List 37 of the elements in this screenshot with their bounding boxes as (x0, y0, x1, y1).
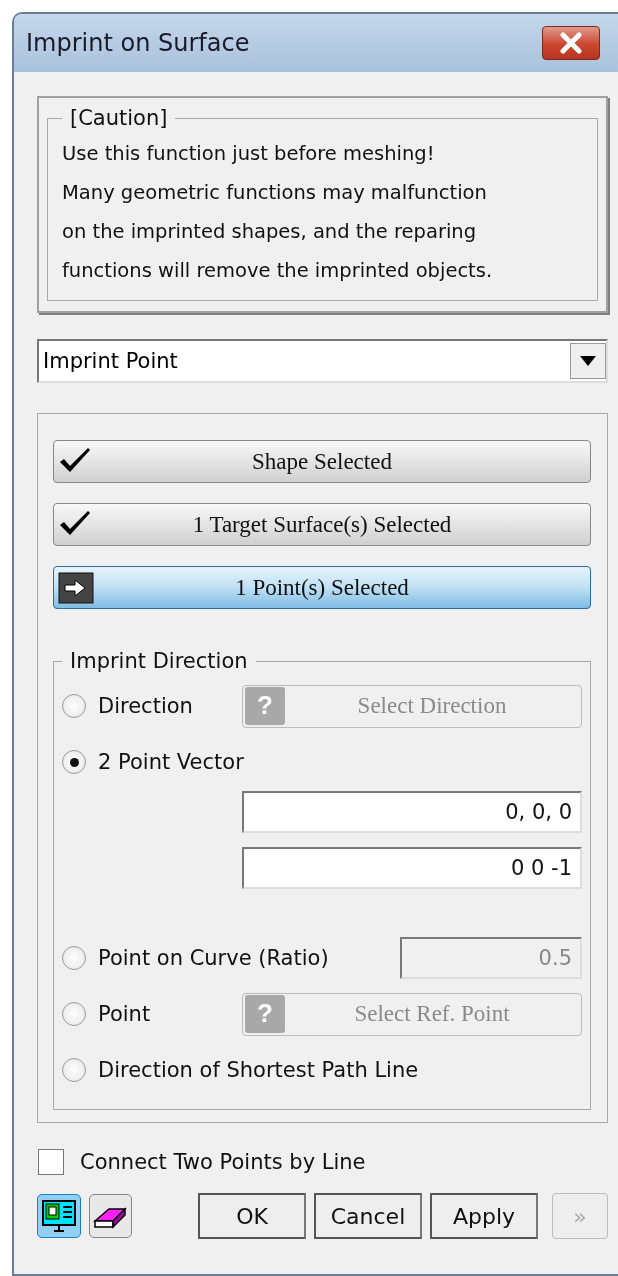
help-icon: ? (245, 994, 285, 1033)
checkbox[interactable] (38, 1149, 64, 1175)
selection-button[interactable]: 1 Point(s) Selected (53, 566, 591, 609)
help-icon: ? (245, 686, 285, 725)
vector-field[interactable]: 0, 0, 0 (242, 791, 582, 833)
radio-button[interactable] (62, 750, 86, 774)
dialog-button[interactable]: Cancel (314, 1193, 422, 1239)
option-label: 2 Point Vector (98, 750, 244, 774)
radio-button[interactable] (62, 946, 86, 970)
radio-button[interactable] (62, 1002, 86, 1026)
window-title: Imprint on Surface (26, 29, 250, 57)
close-icon (557, 32, 585, 54)
button-label: 1 Target Surface(s) Selected (192, 511, 452, 538)
button-label: Select Ref. Point (354, 1001, 510, 1027)
eraser-icon[interactable] (88, 1194, 132, 1238)
option-label: Point on Curve (Ratio) (98, 946, 329, 970)
close-button[interactable] (542, 26, 600, 60)
caution-title: [Caution] (69, 106, 169, 130)
radio-button[interactable] (62, 694, 86, 718)
option-label: Direction (98, 694, 193, 718)
button-label: Shape Selected (252, 448, 392, 475)
selection-button[interactable]: 1 Target Surface(s) Selected (53, 503, 591, 546)
option-label: Direction of Shortest Path Line (98, 1058, 419, 1082)
caution-text: Use this function just before meshing! Many geometric functions may malfunction on the imprinted shapes, and the reparing functions will remove the imprinted objects. (62, 141, 494, 284)
dialog-button[interactable]: OK (198, 1193, 306, 1239)
dialog-button[interactable]: Apply (430, 1193, 538, 1239)
group-title: Imprint Direction (69, 649, 249, 673)
button-label: Select Direction (357, 693, 507, 719)
dropdown-value: Imprint Point (43, 349, 178, 373)
radio-button[interactable] (62, 1058, 86, 1082)
mode-dropdown[interactable]: Imprint Point (37, 339, 608, 383)
option-label: Point (98, 1002, 151, 1026)
vector-field[interactable]: 0 0 -1 (242, 847, 582, 889)
selection-button[interactable]: Shape Selected (53, 440, 591, 483)
checkbox-label: Connect Two Points by Line (80, 1150, 366, 1174)
display-icon[interactable] (37, 1194, 81, 1238)
button-label: 1 Point(s) Selected (235, 574, 409, 601)
